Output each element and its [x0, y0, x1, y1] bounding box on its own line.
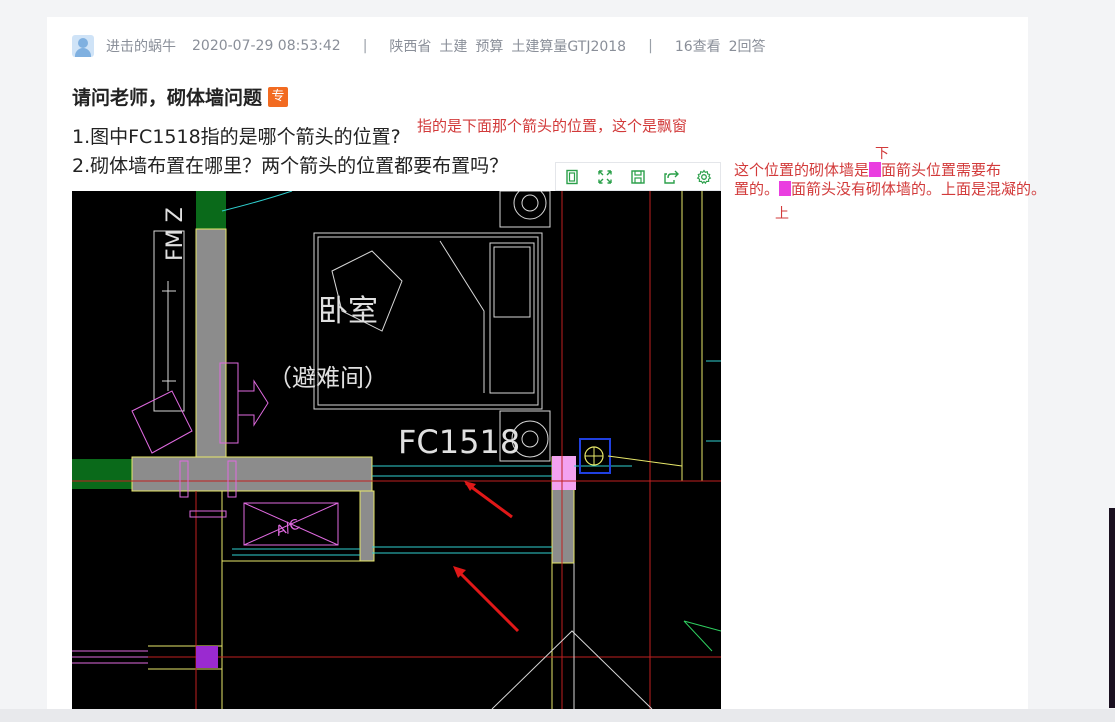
image-toolbar: [555, 162, 721, 191]
question-meta: 进击的蜗牛 2020-07-29 08:53:42 | 陕西省 土建 预算 土建…: [72, 33, 766, 59]
edge-thumbnail[interactable]: [1109, 508, 1115, 708]
category-tag[interactable]: 土建: [439, 36, 467, 56]
bottom-strip: [0, 709, 1115, 722]
category-tag[interactable]: 预算: [475, 36, 503, 56]
province-tag[interactable]: 陕西省: [389, 36, 431, 56]
author-name[interactable]: 进击的蜗牛: [106, 36, 176, 56]
annotation-note-1: 指的是下面那个箭头的位置，这个是飘窗: [417, 117, 688, 135]
annotation-small-bottom: 上: [775, 206, 789, 222]
fullscreen-icon[interactable]: [594, 166, 616, 188]
avatar[interactable]: [72, 35, 94, 57]
room-label: 卧室: [318, 294, 378, 329]
meta-separator: |: [648, 38, 653, 54]
question-line-1: 1.图中FC1518指的是哪个箭头的位置?: [72, 126, 401, 148]
specialty-badge: 专: [268, 86, 289, 107]
answer-count: 2回答: [728, 39, 766, 55]
fm-label: FM Z: [163, 207, 188, 261]
meta-separator: |: [362, 38, 368, 54]
share-icon[interactable]: [660, 166, 682, 188]
annotation-note-2-line-2: 置的。 面箭头没有砌体墙的。上面是混凝的。: [734, 180, 1047, 198]
ac-label: A/C: [274, 516, 302, 539]
question-image[interactable]: 卧室 （避难间） FC1518 FM Z A/C: [72, 186, 722, 710]
window-code-label: FC1518: [398, 423, 520, 461]
post-datetime: 2020-07-29 08:53:42: [192, 38, 341, 54]
category-tag[interactable]: 土建算量GTJ2018: [511, 36, 626, 56]
highlight-mark: [869, 162, 882, 177]
save-icon[interactable]: [627, 166, 649, 188]
room-sub-label: （避难间）: [268, 364, 388, 392]
fit-icon[interactable]: [561, 166, 583, 188]
question-line-2: 2.砌体墙布置在哪里？两个箭头的位置都要布置吗？: [72, 155, 509, 177]
question-title: 请问老师，砌体墙问题 专: [72, 83, 289, 110]
view-count: 16查看: [674, 39, 721, 55]
question-title-text: 请问老师，砌体墙问题: [72, 87, 263, 109]
settings-icon[interactable]: [693, 166, 715, 188]
highlight-mark: [779, 181, 792, 196]
annotation-note-2-line-1: 这个位置的砌体墙是 面箭头位置需要布: [734, 161, 1002, 179]
